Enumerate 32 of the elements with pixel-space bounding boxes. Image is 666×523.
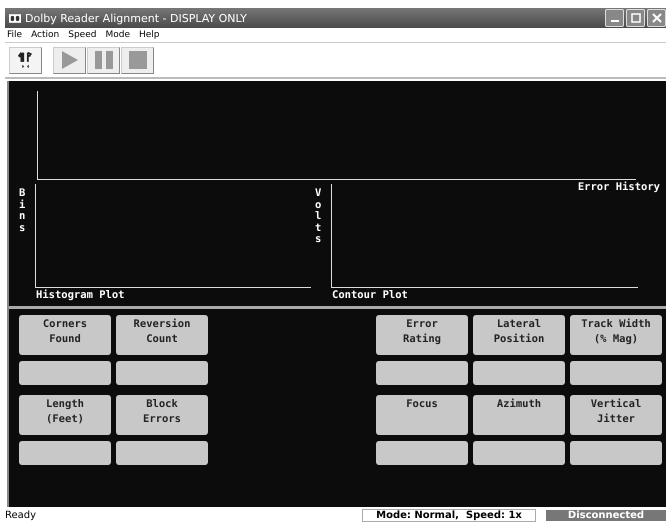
menu-item[interactable]: File [7,30,22,40]
maximize-button[interactable] [626,9,645,27]
plot-title: Histogram Plot [35,288,126,302]
meter-label: Length (Feet) [19,395,111,435]
status-message: Ready [5,510,38,520]
toolbar-button[interactable] [9,46,42,74]
menu-item[interactable]: Help [139,30,160,40]
mode-status: Mode: Normal, Speed: 1x [362,508,536,522]
app-icon [9,14,21,22]
meter-label: Error Rating [376,315,468,355]
meter-label: Focus [376,395,468,435]
connection-status: Disconnected [546,510,666,520]
minimize-icon [610,20,618,22]
axis-label: Bins [19,186,26,236]
menu-item[interactable]: Speed [68,30,96,40]
plot-title: Contour Plot [331,288,409,302]
meter-label: Vertical Jitter [570,395,662,435]
axis-label: Volts [315,186,322,248]
meter-label: Corners Found [19,315,111,355]
minimize-button[interactable] [605,9,624,27]
meter-label: Block Errors [116,395,208,435]
close-icon [652,13,662,23]
meter-label: Azimuth [473,395,565,435]
window-title: Dolby Reader Alignment - DISPLAY ONLY [25,12,248,24]
close-button[interactable] [647,9,666,27]
plot-title: Error History [578,180,660,194]
meter-label: Lateral Position [473,315,565,355]
maximize-icon [630,13,640,23]
menu-item[interactable]: Action [31,30,60,40]
meter-label: Reversion Count [116,315,208,355]
menu-item[interactable]: Mode [105,30,130,40]
meter-label: Track Width (% Mag) [570,315,662,355]
